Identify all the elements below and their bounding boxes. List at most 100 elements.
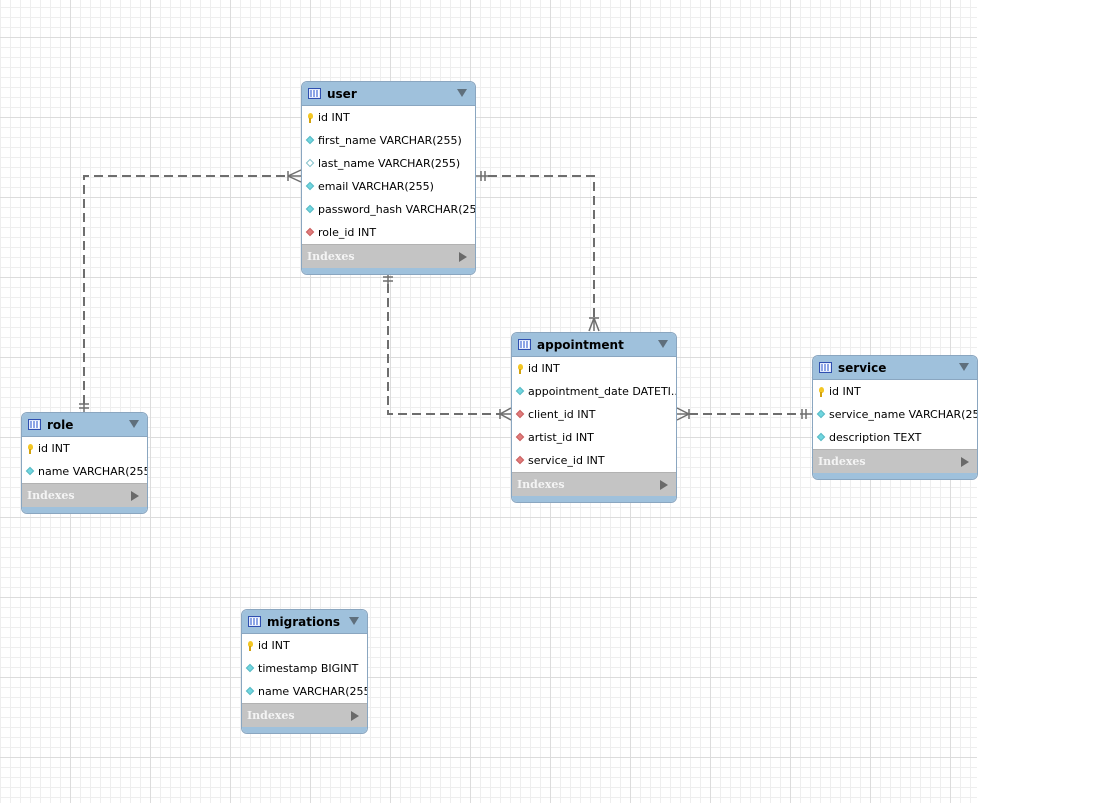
foreign-key-icon bbox=[516, 410, 525, 419]
column-label: id INT bbox=[829, 385, 861, 398]
table-footer bbox=[302, 268, 475, 274]
table-icon bbox=[308, 88, 321, 99]
indexes-label: Indexes bbox=[307, 250, 355, 263]
not-null-column-icon bbox=[516, 387, 525, 396]
column-label: email VARCHAR(255) bbox=[318, 180, 434, 193]
column-row[interactable]: email VARCHAR(255) bbox=[302, 175, 475, 198]
foreign-key-icon bbox=[306, 228, 315, 237]
column-row[interactable]: service_id INT bbox=[512, 449, 676, 472]
table-header[interactable]: user bbox=[302, 82, 475, 106]
column-label: password_hash VARCHAR(255) bbox=[318, 203, 475, 216]
not-null-column-icon bbox=[817, 433, 826, 442]
not-null-column-icon bbox=[246, 687, 255, 696]
table-name: user bbox=[327, 86, 357, 101]
table-name: role bbox=[47, 417, 74, 432]
column-row[interactable]: name VARCHAR(255) bbox=[242, 680, 367, 703]
expand-triangle-icon[interactable] bbox=[961, 457, 969, 467]
not-null-column-icon bbox=[306, 205, 315, 214]
column-row[interactable]: first_name VARCHAR(255) bbox=[302, 129, 475, 152]
column-row[interactable]: password_hash VARCHAR(255) bbox=[302, 198, 475, 221]
column-row[interactable]: last_name VARCHAR(255) bbox=[302, 152, 475, 175]
table-footer bbox=[242, 727, 367, 733]
expand-triangle-icon[interactable] bbox=[660, 480, 668, 490]
column-list: id INT service_name VARCHAR(25... descri… bbox=[813, 380, 977, 449]
primary-key-icon bbox=[516, 364, 525, 374]
table-appointment[interactable]: appointment id INT appointment_date DATE… bbox=[511, 332, 677, 503]
table-role[interactable]: role id INT name VARCHAR(255) Indexes bbox=[21, 412, 148, 514]
column-label: id INT bbox=[258, 639, 290, 652]
table-header[interactable]: migrations bbox=[242, 610, 367, 634]
indexes-section[interactable]: Indexes bbox=[22, 483, 147, 507]
column-label: service_id INT bbox=[528, 454, 605, 467]
column-label: last_name VARCHAR(255) bbox=[318, 157, 461, 170]
not-null-column-icon bbox=[246, 664, 255, 673]
column-row[interactable]: id INT bbox=[813, 380, 977, 403]
table-service[interactable]: service id INT service_name VARCHAR(25..… bbox=[812, 355, 978, 480]
expand-triangle-icon[interactable] bbox=[131, 491, 139, 501]
foreign-key-icon bbox=[516, 433, 525, 442]
column-row[interactable]: description TEXT bbox=[813, 426, 977, 449]
not-null-column-icon bbox=[306, 136, 315, 145]
table-name: service bbox=[838, 360, 887, 375]
collapse-triangle-icon[interactable] bbox=[129, 420, 139, 428]
primary-key-icon bbox=[246, 641, 255, 651]
indexes-section[interactable]: Indexes bbox=[813, 449, 977, 473]
primary-key-icon bbox=[817, 387, 826, 397]
table-icon bbox=[248, 616, 261, 627]
column-label: name VARCHAR(255) bbox=[258, 685, 367, 698]
indexes-section[interactable]: Indexes bbox=[302, 244, 475, 268]
not-null-column-icon bbox=[817, 410, 826, 419]
column-label: first_name VARCHAR(255) bbox=[318, 134, 462, 147]
table-icon bbox=[28, 419, 41, 430]
column-label: role_id INT bbox=[318, 226, 377, 239]
column-label: client_id INT bbox=[528, 408, 596, 421]
table-icon bbox=[518, 339, 531, 350]
collapse-triangle-icon[interactable] bbox=[349, 617, 359, 625]
indexes-section[interactable]: Indexes bbox=[242, 703, 367, 727]
table-migrations[interactable]: migrations id INT timestamp BIGINT name … bbox=[241, 609, 368, 734]
primary-key-icon bbox=[306, 113, 315, 123]
collapse-triangle-icon[interactable] bbox=[959, 363, 969, 371]
table-user[interactable]: user id INT first_name VARCHAR(255) last… bbox=[301, 81, 476, 275]
column-row[interactable]: name VARCHAR(255) bbox=[22, 460, 147, 483]
table-name: appointment bbox=[537, 337, 624, 352]
column-row[interactable]: id INT bbox=[302, 106, 475, 129]
not-null-column-icon bbox=[26, 467, 35, 476]
column-row[interactable]: appointment_date DATETI... bbox=[512, 380, 676, 403]
column-label: service_name VARCHAR(25... bbox=[829, 408, 977, 421]
expand-triangle-icon[interactable] bbox=[351, 711, 359, 721]
indexes-label: Indexes bbox=[27, 489, 75, 502]
nullable-column-icon bbox=[306, 159, 315, 168]
column-label: name VARCHAR(255) bbox=[38, 465, 147, 478]
column-row[interactable]: artist_id INT bbox=[512, 426, 676, 449]
column-list: id INT name VARCHAR(255) bbox=[22, 437, 147, 483]
column-label: timestamp BIGINT bbox=[258, 662, 359, 675]
table-footer bbox=[813, 473, 977, 479]
table-header[interactable]: service bbox=[813, 356, 977, 380]
column-row[interactable]: id INT bbox=[512, 357, 676, 380]
table-name: migrations bbox=[267, 614, 341, 629]
collapse-triangle-icon[interactable] bbox=[658, 340, 668, 348]
indexes-label: Indexes bbox=[247, 709, 295, 722]
collapse-triangle-icon[interactable] bbox=[457, 89, 467, 97]
column-row[interactable]: role_id INT bbox=[302, 221, 475, 244]
column-row[interactable]: id INT bbox=[242, 634, 367, 657]
column-row[interactable]: id INT bbox=[22, 437, 147, 460]
column-label: id INT bbox=[528, 362, 560, 375]
table-icon bbox=[819, 362, 832, 373]
column-label: id INT bbox=[38, 442, 70, 455]
column-row[interactable]: timestamp BIGINT bbox=[242, 657, 367, 680]
column-row[interactable]: client_id INT bbox=[512, 403, 676, 426]
column-row[interactable]: service_name VARCHAR(25... bbox=[813, 403, 977, 426]
not-null-column-icon bbox=[306, 182, 315, 191]
primary-key-icon bbox=[26, 444, 35, 454]
indexes-section[interactable]: Indexes bbox=[512, 472, 676, 496]
table-header[interactable]: appointment bbox=[512, 333, 676, 357]
indexes-label: Indexes bbox=[517, 478, 565, 491]
column-label: id INT bbox=[318, 111, 350, 124]
table-header[interactable]: role bbox=[22, 413, 147, 437]
indexes-label: Indexes bbox=[818, 455, 866, 468]
expand-triangle-icon[interactable] bbox=[459, 252, 467, 262]
column-label: artist_id INT bbox=[528, 431, 594, 444]
foreign-key-icon bbox=[516, 456, 525, 465]
